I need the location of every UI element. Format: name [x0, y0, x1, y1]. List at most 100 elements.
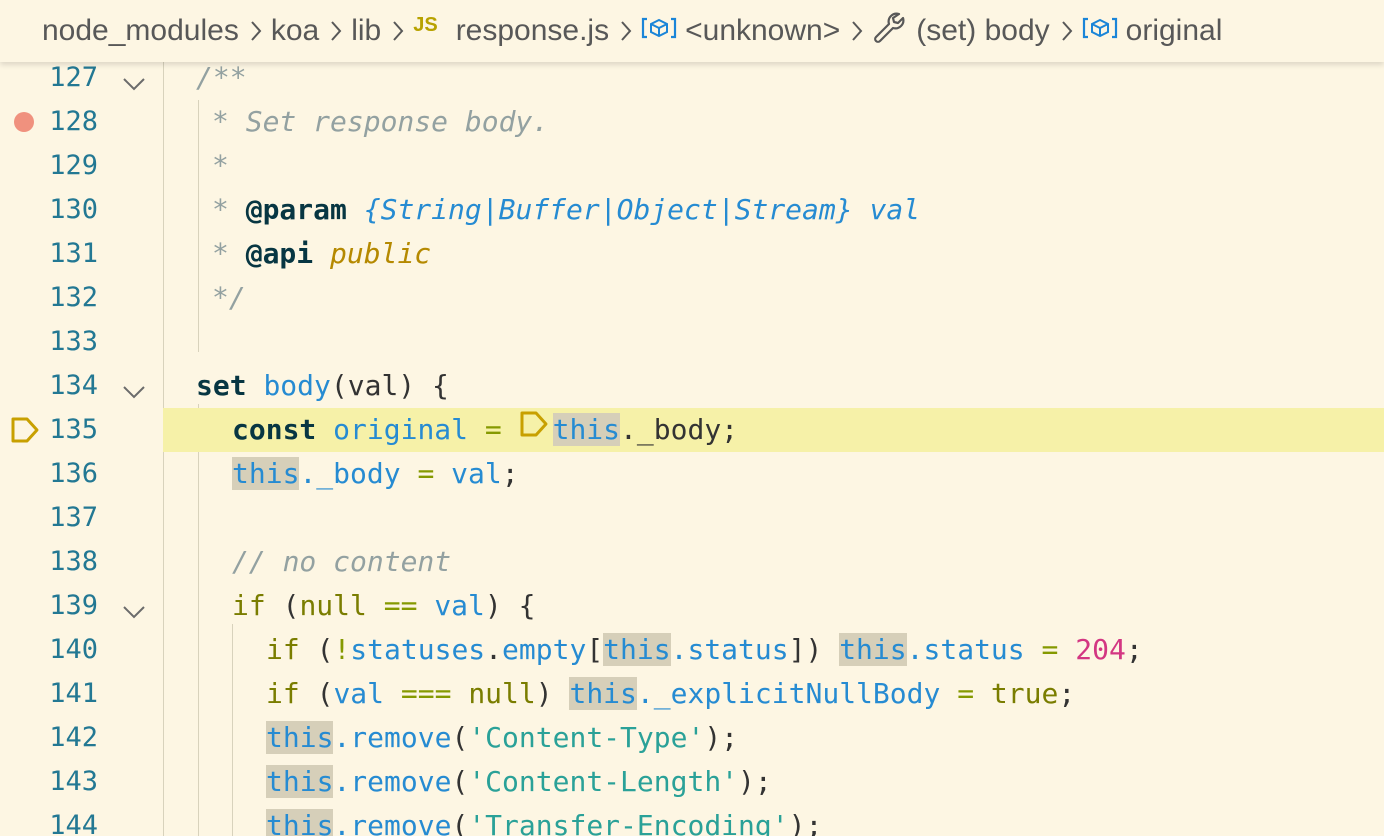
- code-line[interactable]: 140 if (!statuses.empty[this.status]) th…: [0, 628, 1384, 672]
- breadcrumb-label: lib: [351, 14, 382, 47]
- punctuation-token: ;: [501, 457, 519, 490]
- line-number[interactable]: 141: [0, 672, 98, 716]
- code-line[interactable]: 137: [0, 496, 1384, 540]
- jsdoc-value-token: public: [330, 237, 432, 270]
- comment-token: *: [212, 193, 246, 226]
- variable-token: val: [333, 677, 385, 710]
- line-number[interactable]: 142: [0, 716, 98, 760]
- breadcrumb-item-koa[interactable]: koa: [271, 14, 319, 48]
- jsdoc-param-token: val: [869, 193, 921, 226]
- line-number[interactable]: 139: [0, 584, 98, 628]
- property-token: .status: [906, 633, 1025, 666]
- code-line[interactable]: 127 /**: [0, 56, 1384, 100]
- punctuation-token: );: [704, 721, 739, 754]
- chevron-right-icon: [391, 20, 405, 42]
- code-text: if (null == val) {: [232, 584, 535, 628]
- variable-token: val: [451, 457, 502, 490]
- chevron-down-icon[interactable]: [121, 68, 147, 91]
- operator-token: =: [1041, 633, 1059, 666]
- code-text: if (!statuses.empty[this.status]) this.s…: [266, 628, 1143, 672]
- this-keyword-token: this: [266, 721, 334, 754]
- punctuation-token: [: [586, 633, 604, 666]
- line-number[interactable]: 136: [0, 452, 98, 496]
- code-line[interactable]: 128 * Set response body.: [0, 100, 1384, 144]
- code-line[interactable]: 130 * @param {String|Buffer|Object|Strea…: [0, 188, 1384, 232]
- operator-token: ===: [400, 677, 452, 710]
- property-token: empty: [502, 633, 587, 666]
- line-number[interactable]: 134: [0, 364, 98, 408]
- line-number[interactable]: 132: [0, 276, 98, 320]
- inline-breakpoint-icon[interactable]: [519, 407, 549, 451]
- line-number[interactable]: 128: [0, 100, 98, 144]
- punctuation-token: .: [485, 633, 503, 666]
- punctuation-token: (val) {: [330, 369, 449, 402]
- line-number[interactable]: 127: [0, 56, 98, 100]
- chevron-down-icon[interactable]: [121, 376, 147, 399]
- operator-token: =: [484, 413, 502, 446]
- code-line[interactable]: 142 this.remove('Content-Type');: [0, 716, 1384, 760]
- line-number[interactable]: 130: [0, 188, 98, 232]
- breadcrumb: node_modules koa lib JS response.js <unk…: [0, 0, 1384, 62]
- code-line[interactable]: 143 this.remove('Content-Length');: [0, 760, 1384, 804]
- method-token: .remove: [333, 765, 452, 798]
- punctuation-token: (: [451, 765, 469, 798]
- code-line[interactable]: 132 */: [0, 276, 1384, 320]
- breadcrumb-item-node-modules[interactable]: node_modules: [42, 14, 239, 48]
- code-line[interactable]: 138 // no content: [0, 540, 1384, 584]
- code-line[interactable]: 139 if (null == val) {: [0, 584, 1384, 628]
- code-line[interactable]: 144 this.remove('Transfer-Encoding');: [0, 804, 1384, 836]
- jsdoc-tag-token: @api: [245, 237, 314, 270]
- code-text: if (val === null) this._explicitNullBody…: [266, 672, 1075, 716]
- line-number[interactable]: 144: [0, 804, 98, 836]
- line-number[interactable]: 138: [0, 540, 98, 584]
- line-number[interactable]: 140: [0, 628, 98, 672]
- javascript-file-icon: JS: [413, 13, 438, 36]
- breadcrumb-item-lib[interactable]: lib: [351, 14, 381, 48]
- punctuation-token: ) {: [484, 589, 536, 622]
- code-line[interactable]: 136 this._body = val;: [0, 452, 1384, 496]
- code-line[interactable]: 131 * @api public: [0, 232, 1384, 276]
- breadcrumb-label: original: [1125, 14, 1223, 47]
- method-token: .remove: [333, 721, 452, 754]
- code-line[interactable]: 141 if (val === null) this._explicitNull…: [0, 672, 1384, 716]
- comment-token: // no content: [232, 545, 452, 578]
- line-number[interactable]: 131: [0, 232, 98, 276]
- code-line[interactable]: 134 set body(val) {: [0, 364, 1384, 408]
- this-keyword-token: this: [839, 633, 907, 666]
- code-editor[interactable]: 127 /** 128 * Set response body. 129 * 1…: [0, 56, 1384, 836]
- jsdoc-type-token: {String|Buffer|Object|Stream}: [363, 193, 853, 226]
- punctuation-token: ;: [1058, 677, 1076, 710]
- breadcrumb-item-response-js[interactable]: JS response.js: [413, 14, 609, 48]
- comment-token: * Set response body.: [212, 105, 550, 138]
- punctuation-token: ): [535, 677, 570, 710]
- breadcrumb-item-set-body[interactable]: (set) body: [872, 10, 1050, 52]
- operator-token: =: [957, 677, 975, 710]
- code-text: this._body = val;: [232, 452, 519, 496]
- property-token: ._body;: [620, 413, 739, 446]
- keyword-token: if: [266, 633, 300, 666]
- line-number[interactable]: 137: [0, 496, 98, 540]
- punctuation-token: (: [299, 633, 334, 666]
- code-text: this.remove('Content-Length');: [266, 760, 772, 804]
- current-execution-line[interactable]: 135 const original = this._body;: [0, 408, 1384, 452]
- null-token: null: [299, 589, 367, 622]
- code-line[interactable]: 129 *: [0, 144, 1384, 188]
- line-number[interactable]: 135: [0, 408, 98, 452]
- breadcrumb-label: <unknown>: [685, 14, 841, 47]
- this-keyword-token: this: [232, 457, 300, 490]
- line-number[interactable]: 133: [0, 320, 98, 364]
- code-line[interactable]: 133: [0, 320, 1384, 364]
- operator-token: =: [417, 457, 435, 490]
- code-text: * Set response body.: [212, 100, 549, 144]
- line-number[interactable]: 129: [0, 144, 98, 188]
- code-text: * @param {String|Buffer|Object|Stream} v…: [212, 188, 920, 232]
- breadcrumb-item-unknown[interactable]: <unknown>: [641, 14, 840, 48]
- breadcrumb-item-original[interactable]: original: [1082, 14, 1223, 48]
- line-number[interactable]: 143: [0, 760, 98, 804]
- punctuation-token: );: [788, 809, 823, 836]
- wrench-icon: [872, 10, 906, 52]
- chevron-down-icon[interactable]: [121, 596, 147, 619]
- operator-token: !: [333, 633, 351, 666]
- this-keyword-token: this: [552, 413, 621, 446]
- code-text: /**: [196, 56, 247, 100]
